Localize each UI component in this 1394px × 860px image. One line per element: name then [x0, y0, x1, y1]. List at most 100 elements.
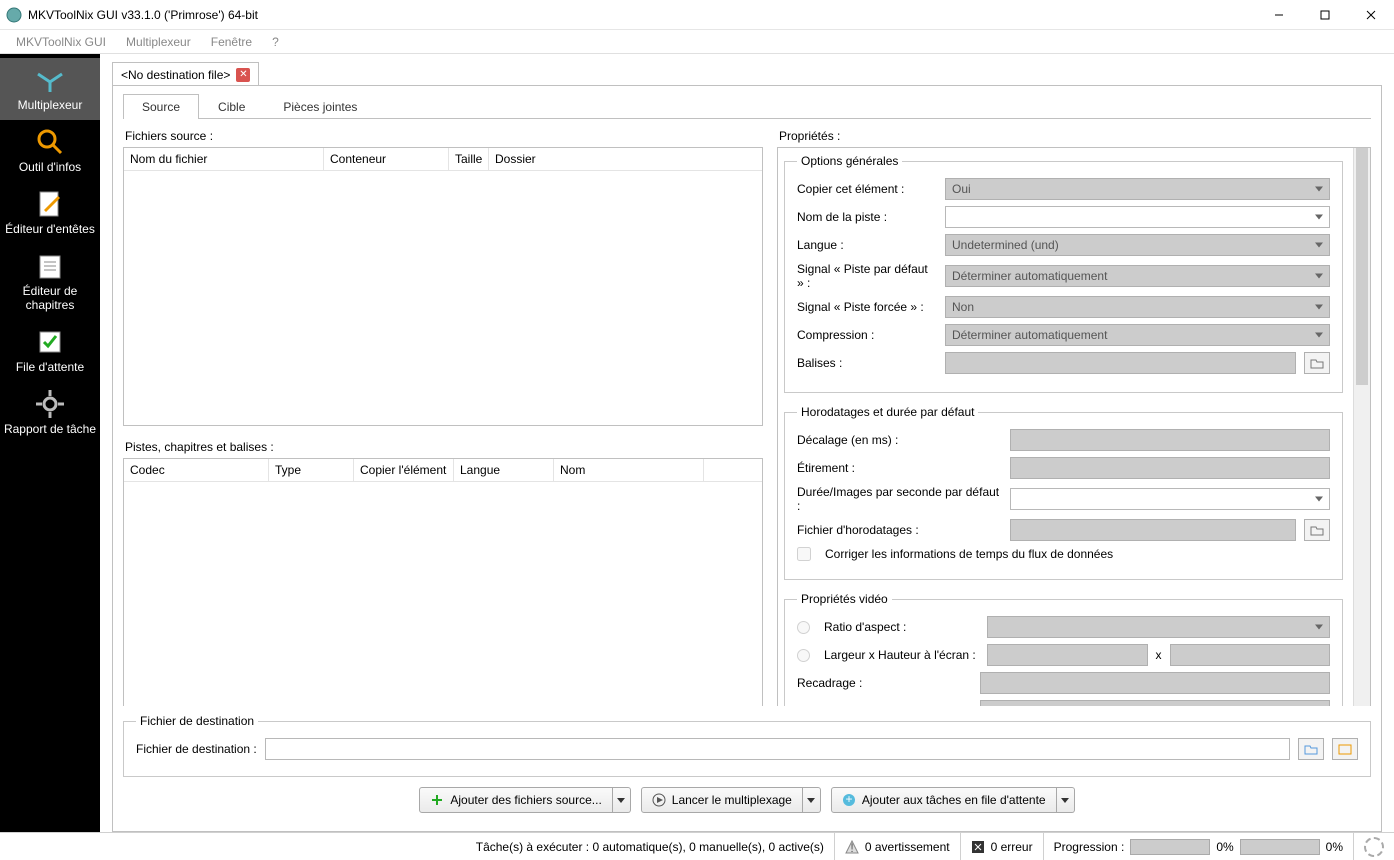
aspect-select[interactable] [987, 616, 1330, 638]
language-label: Langue : [797, 238, 937, 252]
menu-item-app[interactable]: MKVToolNix GUI [6, 32, 116, 52]
destination-browse-button[interactable] [1298, 738, 1324, 760]
magnifier-icon [34, 126, 66, 158]
maximize-button[interactable] [1302, 0, 1348, 30]
sources-col-size[interactable]: Taille [449, 148, 489, 170]
tsfile-input[interactable] [1010, 519, 1296, 541]
progress-bar-2 [1240, 839, 1320, 855]
destination-recent-button[interactable] [1332, 738, 1358, 760]
sidebar-item-label: Rapport de tâche [0, 422, 100, 436]
fix-timing-label: Corriger les informations de temps du fl… [825, 547, 1113, 561]
stereo-select[interactable] [980, 700, 1330, 706]
title-bar: MKVToolNix GUI v33.1.0 ('Primrose') 64-b… [0, 0, 1394, 30]
fieldset-destination: Fichier de destination Fichier de destin… [123, 714, 1371, 777]
tab-pieces-jointes[interactable]: Pièces jointes [264, 94, 376, 119]
status-errors[interactable]: 0 erreur [960, 833, 1043, 860]
tracks-col-copy[interactable]: Copier l'élément [354, 459, 454, 481]
crop-label: Recadrage : [797, 676, 972, 690]
start-mux-dropdown[interactable] [803, 787, 821, 813]
menu-item-help[interactable]: ? [262, 32, 289, 52]
duration-label: Durée/Images par seconde par défaut : [797, 485, 1002, 513]
compression-select[interactable]: Déterminer automatiquement [945, 324, 1330, 346]
sidebar-item-label: Outil d'infos [0, 160, 100, 174]
destination-label: Fichier de destination : [136, 742, 257, 756]
tracks-grid-body[interactable] [124, 482, 762, 706]
error-icon [971, 840, 985, 854]
tracks-col-name[interactable]: Nom [554, 459, 704, 481]
sidebar-item-rapport[interactable]: Rapport de tâche [0, 382, 100, 444]
sidebar-item-outil-infos[interactable]: Outil d'infos [0, 120, 100, 182]
sources-label: Fichiers source : [125, 129, 763, 143]
add-sources-dropdown[interactable] [613, 787, 631, 813]
tsfile-browse-button[interactable] [1304, 519, 1330, 541]
close-button[interactable] [1348, 0, 1394, 30]
width-input[interactable] [987, 644, 1148, 666]
tab-source[interactable]: Source [123, 94, 199, 119]
tracks-grid[interactable]: Codec Type Copier l'élément Langue Nom ◂… [123, 458, 763, 706]
minimize-button[interactable] [1256, 0, 1302, 30]
tab-cible[interactable]: Cible [199, 94, 264, 119]
scroll-thumb[interactable] [1356, 148, 1368, 385]
folder-open-icon [1310, 356, 1324, 370]
add-queue-button[interactable]: + Ajouter aux tâches en file d'attente [831, 787, 1057, 813]
sidebar-item-file-attente[interactable]: File d'attente [0, 320, 100, 382]
tracks-col-language[interactable]: Langue [454, 459, 554, 481]
add-sources-label: Ajouter des fichiers source... [450, 793, 601, 807]
plus-icon [430, 793, 444, 807]
sources-col-filename[interactable]: Nom du fichier [124, 148, 324, 170]
window-title: MKVToolNix GUI v33.1.0 ('Primrose') 64-b… [28, 8, 258, 22]
delay-input[interactable] [1010, 429, 1330, 451]
forced-track-select[interactable]: Non [945, 296, 1330, 318]
tracks-col-type[interactable]: Type [269, 459, 354, 481]
tags-browse-button[interactable] [1304, 352, 1330, 374]
inner-tabstrip: Source Cible Pièces jointes [123, 94, 1371, 119]
sources-col-folder[interactable]: Dossier [489, 148, 762, 170]
stretch-input[interactable] [1010, 457, 1330, 479]
gear-icon [34, 388, 66, 420]
default-track-label: Signal « Piste par défaut » : [797, 262, 937, 290]
sidebar-item-multiplexeur[interactable]: Multiplexeur [0, 58, 100, 120]
height-input[interactable] [1170, 644, 1331, 666]
folder-list-icon [1338, 742, 1352, 756]
language-select[interactable]: Undetermined (und) [945, 234, 1330, 256]
start-mux-label: Lancer le multiplexage [672, 793, 792, 807]
copy-select[interactable]: Oui [945, 178, 1330, 200]
pencil-doc-icon [34, 188, 66, 220]
menu-item-multiplexeur[interactable]: Multiplexeur [116, 32, 201, 52]
start-mux-button[interactable]: Lancer le multiplexage [641, 787, 803, 813]
duration-select[interactable] [1010, 488, 1330, 510]
aspect-radio[interactable] [797, 621, 810, 634]
vertical-scrollbar[interactable] [1353, 148, 1370, 706]
trackname-input[interactable] [945, 206, 1330, 228]
copy-label: Copier cet élément : [797, 182, 937, 196]
sources-col-container[interactable]: Conteneur [324, 148, 449, 170]
tracks-label: Pistes, chapitres et balises : [125, 440, 763, 454]
svg-text:+: + [845, 793, 852, 806]
tracks-col-codec[interactable]: Codec [124, 459, 269, 481]
add-queue-dropdown[interactable] [1057, 787, 1075, 813]
trackname-label: Nom de la piste : [797, 210, 937, 224]
close-icon[interactable]: ✕ [236, 68, 250, 82]
menu-item-fenetre[interactable]: Fenêtre [201, 32, 262, 52]
sidebar-item-label: Multiplexeur [0, 98, 100, 112]
sidebar-item-editeur-chapitres[interactable]: Éditeur de chapitres [0, 244, 100, 320]
action-bar: Ajouter des fichiers source... Lancer le… [123, 783, 1371, 821]
sources-grid[interactable]: Nom du fichier Conteneur Taille Dossier [123, 147, 763, 426]
default-track-select[interactable]: Déterminer automatiquement [945, 265, 1330, 287]
status-warnings[interactable]: ! 0 avertissement [834, 833, 960, 860]
stereo-label: Stéréoscopie : [797, 704, 972, 706]
file-tab[interactable]: <No destination file> ✕ [112, 62, 259, 86]
destination-input[interactable] [265, 738, 1290, 760]
tags-input[interactable] [945, 352, 1296, 374]
add-sources-button[interactable]: Ajouter des fichiers source... [419, 787, 612, 813]
fix-timing-checkbox[interactable] [797, 547, 811, 561]
queue-add-icon: + [842, 793, 856, 807]
aspect-label: Ratio d'aspect : [824, 620, 979, 634]
dims-radio[interactable] [797, 649, 810, 662]
x-separator: x [1156, 648, 1162, 662]
sidebar-item-label: Éditeur de chapitres [0, 284, 100, 312]
merge-icon [34, 64, 66, 96]
sources-grid-body[interactable] [124, 171, 762, 425]
crop-input[interactable] [980, 672, 1330, 694]
sidebar-item-editeur-entetes[interactable]: Éditeur d'entêtes [0, 182, 100, 244]
